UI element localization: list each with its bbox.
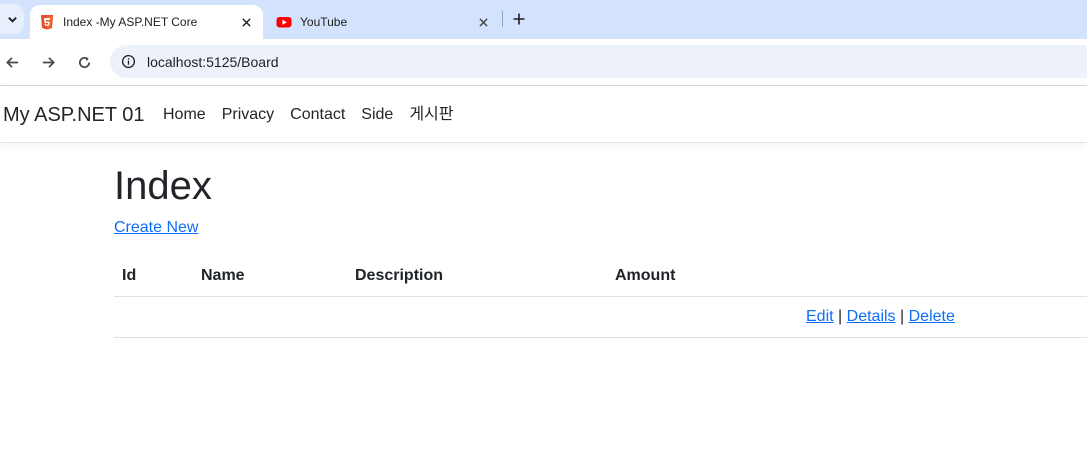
nav-link-privacy[interactable]: Privacy [222, 104, 274, 126]
column-header-name: Name [193, 256, 347, 297]
nav-link-home[interactable]: Home [163, 104, 206, 126]
column-header-id: Id [114, 256, 193, 297]
cell-description [347, 296, 607, 338]
nav-link-side[interactable]: Side [361, 104, 393, 126]
tab-index[interactable]: Index -My ASP.NET Core [30, 5, 263, 39]
close-tab-icon[interactable] [236, 12, 256, 32]
browser-tab-strip: Index -My ASP.NET Core YouTube [0, 0, 1087, 39]
chevron-down-icon [7, 16, 17, 23]
board-table: Id Name Description Amount Edit | Detail… [114, 256, 1087, 338]
create-new-link[interactable]: Create New [114, 216, 198, 240]
reload-button[interactable] [72, 50, 96, 74]
address-bar[interactable]: localhost:5125/Board [110, 45, 1087, 78]
nav-link-board[interactable]: 게시판 [409, 104, 453, 126]
tab-youtube[interactable]: YouTube [268, 5, 500, 39]
site-info-icon[interactable] [120, 54, 136, 70]
table-header-row: Id Name Description Amount [114, 256, 1087, 297]
html5-icon [39, 14, 55, 30]
cell-id [114, 296, 193, 338]
cell-actions: Edit | Details | Delete [796, 296, 1087, 338]
reload-icon [78, 56, 90, 68]
edit-link[interactable]: Edit [806, 308, 834, 325]
column-header-description: Description [347, 256, 607, 297]
tab-title: Index -My ASP.NET Core [63, 15, 198, 29]
action-separator: | [900, 307, 905, 325]
delete-link[interactable]: Delete [909, 308, 955, 325]
browser-toolbar: localhost:5125/Board [0, 39, 1087, 85]
site-navbar: My ASP.NET 01 Home Privacy Contact Side … [0, 86, 1087, 143]
close-tab-icon[interactable] [473, 12, 493, 32]
new-tab-button[interactable] [509, 9, 529, 29]
details-link[interactable]: Details [847, 308, 896, 325]
tab-separator [502, 11, 503, 27]
tab-title: YouTube [300, 15, 348, 29]
forward-button[interactable] [36, 50, 60, 74]
navbar-brand[interactable]: My ASP.NET 01 [3, 103, 145, 127]
cell-amount [607, 296, 796, 338]
column-header-amount: Amount [607, 256, 796, 297]
tab-search-button[interactable] [0, 4, 24, 34]
back-button[interactable] [0, 50, 24, 74]
table-row: Edit | Details | Delete [114, 296, 1087, 338]
main-content: Index Create New [114, 160, 1087, 240]
nav-link-contact[interactable]: Contact [290, 104, 345, 126]
column-header-actions [796, 256, 1087, 297]
plus-icon [513, 13, 525, 25]
nav-links: Home Privacy Contact Side 게시판 [163, 104, 453, 126]
url-text: localhost:5125/Board [147, 53, 279, 70]
page-title: Index [114, 164, 212, 208]
youtube-icon [276, 14, 292, 30]
action-separator: | [838, 307, 843, 325]
arrow-left-icon [5, 56, 18, 68]
cell-name [193, 296, 347, 338]
arrow-right-icon [42, 56, 55, 68]
